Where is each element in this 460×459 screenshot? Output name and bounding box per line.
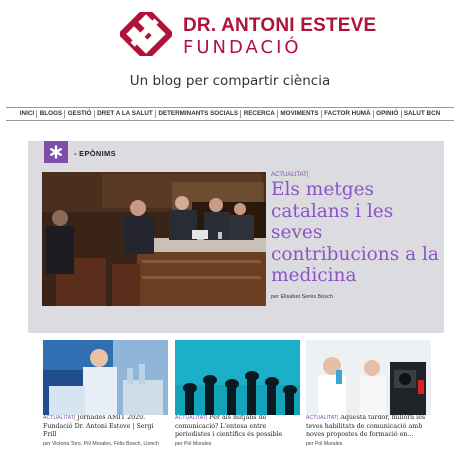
post-card-author[interactable]: per Victoria Toro, Pol Morales, Fèlix Bo… <box>43 441 168 448</box>
post-card[interactable]: ACTUALITAT| Per als mitjans de comunicac… <box>175 340 300 448</box>
featured-post: - EPÒNIMS ACTUALITAT| Els metges catalan… <box>28 141 444 333</box>
site-header: DR. ANTONI ESTEVE FUNDACIÓ Un blog per c… <box>0 0 460 100</box>
post-card-category[interactable]: ACTUALITAT| <box>306 415 338 421</box>
post-card-author[interactable]: per Pol Morales <box>175 441 300 448</box>
featured-image[interactable] <box>42 172 266 306</box>
nav-item-opinio[interactable]: OPINIÓ <box>374 110 402 118</box>
main-nav: INICI BLOGS GESTIÓ DRET A LA SALUT DETER… <box>6 107 454 121</box>
post-card[interactable]: ACTUALITAT| Aquesta tardor, millora les … <box>306 340 431 448</box>
post-card-title[interactable]: ACTUALITAT| Jornades AMIT 2020. Fundació… <box>43 414 168 440</box>
featured-title[interactable]: Els metges catalans i les seves contribu… <box>271 179 441 287</box>
post-card-title[interactable]: ACTUALITAT| Per als mitjans de comunicac… <box>175 414 300 440</box>
asterisk-icon <box>44 141 68 163</box>
section-label[interactable]: - EPÒNIMS <box>74 149 116 158</box>
nav-item-inici[interactable]: INICI <box>18 110 38 118</box>
nav-item-salut-bcn[interactable]: SALUT BCN <box>402 110 443 118</box>
fundacio-esteve-logo[interactable] <box>120 12 172 56</box>
featured-category[interactable]: ACTUALITAT| <box>271 172 308 178</box>
post-card-category[interactable]: ACTUALITAT| <box>43 415 75 421</box>
nav-item-factor-huma[interactable]: FACTOR HUMÀ <box>322 110 374 118</box>
post-card[interactable]: ACTUALITAT| Jornades AMIT 2020. Fundació… <box>43 340 168 448</box>
brand-name[interactable]: DR. ANTONI ESTEVE <box>183 15 376 37</box>
nav-item-dret-a-la-salut[interactable]: DRET A LA SALUT <box>95 110 157 118</box>
post-card-image[interactable] <box>306 340 431 415</box>
nav-item-determinants-socials[interactable]: DETERMINANTS SOCIALS <box>156 110 242 118</box>
featured-author[interactable]: per Elisabet Serés Bosch <box>271 294 333 300</box>
nav-item-gestio[interactable]: GESTIÓ <box>65 110 95 118</box>
nav-item-blogs[interactable]: BLOGS <box>37 110 66 118</box>
post-card-image[interactable] <box>175 340 300 415</box>
brand-subtitle[interactable]: FUNDACIÓ <box>183 37 302 58</box>
post-card-title[interactable]: ACTUALITAT| Aquesta tardor, millora les … <box>306 414 431 440</box>
post-card-category[interactable]: ACTUALITAT| <box>175 415 207 421</box>
nav-item-moviments[interactable]: MOVIMENTS <box>278 110 322 118</box>
post-card-author[interactable]: per Pol Morales <box>306 441 431 448</box>
nav-item-recerca[interactable]: RECERCA <box>241 110 279 118</box>
post-card-image[interactable] <box>43 340 168 415</box>
site-tagline: Un blog per compartir ciència <box>129 73 331 89</box>
